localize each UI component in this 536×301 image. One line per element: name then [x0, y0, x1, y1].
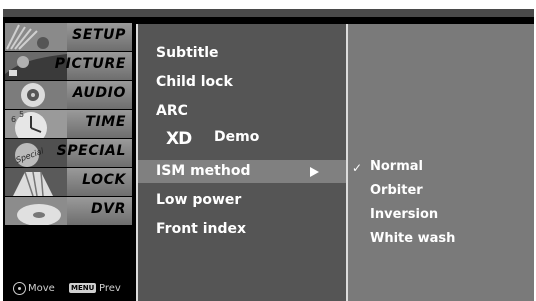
move-label: Move [28, 283, 55, 294]
ism-submenu-panel: ✓ Normal Orbiter Inversion White wash [346, 24, 534, 301]
sidebar-item-special[interactable]: Special SPECIAL [5, 139, 132, 167]
sidebar-item-lock[interactable]: LOCK [5, 168, 132, 196]
sidebar-item-label: TIME [85, 114, 126, 130]
osd-window: SETUP PICTURE AUDIO 6 5 TIME Special SPE… [3, 9, 534, 301]
sidebar-item-dvr[interactable]: DVR [5, 197, 132, 225]
audio-icon [5, 81, 67, 109]
submenu-item-normal[interactable]: Normal [370, 159, 423, 174]
submenu-item-orbiter[interactable]: Orbiter [370, 183, 423, 198]
check-icon: ✓ [352, 161, 363, 175]
submenu-item-white-wash[interactable]: White wash [370, 231, 455, 246]
arrow-right-icon [310, 167, 319, 177]
sidebar-item-time[interactable]: 6 5 TIME [5, 110, 132, 138]
clock-icon: 6 5 [5, 110, 67, 138]
sidebar-item-label: PICTURE [54, 56, 126, 72]
svg-text:XD: XD [166, 129, 192, 147]
sidebar-item-label: SPECIAL [56, 143, 126, 159]
menu-item-label: ISM method [156, 163, 251, 179]
dvr-icon [5, 197, 67, 225]
sidebar-item-label: LOCK [82, 172, 126, 188]
menu-item-low-power[interactable]: Low power [156, 192, 241, 208]
menu-item-arc[interactable]: ARC [156, 103, 188, 119]
xd-logo: XD [166, 129, 193, 147]
main-menu-panel: Subtitle Child lock ARC XD Demo ISM meth… [136, 24, 346, 301]
svg-text:5: 5 [19, 110, 24, 119]
lock-icon [5, 168, 67, 196]
sidebar: SETUP PICTURE AUDIO 6 5 TIME Special SPE… [5, 23, 132, 301]
menu-item-subtitle[interactable]: Subtitle [156, 45, 219, 61]
move-icon [13, 282, 26, 295]
menu-item-front-index[interactable]: Front index [156, 221, 246, 237]
menu-icon: MENU [69, 283, 97, 293]
svg-text:6: 6 [11, 115, 16, 124]
menu-item-ism-method[interactable]: ISM method [138, 160, 346, 183]
sidebar-item-label: AUDIO [72, 85, 126, 101]
prev-label: Prev [99, 283, 121, 294]
sidebar-item-label: DVR [90, 201, 126, 217]
sidebar-item-audio[interactable]: AUDIO [5, 81, 132, 109]
menu-item-demo[interactable]: Demo [214, 129, 259, 145]
submenu-item-inversion[interactable]: Inversion [370, 207, 438, 222]
sidebar-item-label: SETUP [72, 27, 126, 43]
setup-icon [5, 23, 67, 51]
sidebar-item-picture[interactable]: PICTURE [5, 52, 132, 80]
menu-item-child-lock[interactable]: Child lock [156, 74, 233, 90]
sidebar-footer: Move MENU Prev [5, 279, 132, 299]
top-bar [3, 9, 534, 17]
sidebar-item-setup[interactable]: SETUP [5, 23, 132, 51]
